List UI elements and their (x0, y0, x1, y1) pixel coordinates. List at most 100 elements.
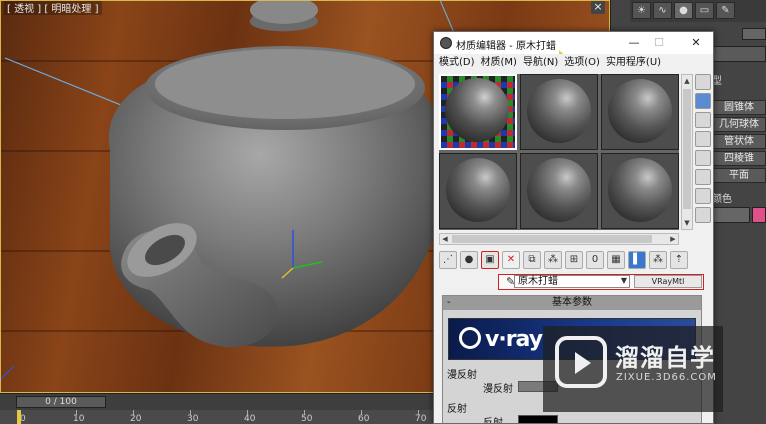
sample-slot-3[interactable] (601, 74, 679, 150)
material-name-field[interactable]: 原木打蜡 (514, 275, 630, 288)
uv-tiling-icon[interactable] (695, 131, 711, 147)
collapse-icon[interactable]: - (447, 296, 451, 310)
options-icon[interactable] (695, 188, 711, 204)
chevron-down-icon[interactable]: ▼ (619, 276, 629, 286)
menu-bar: 模式(D) 材质(M) 导航(N) 选项(O) 实用程序(U) (434, 54, 713, 71)
delete-icon[interactable]: ✕ (502, 251, 520, 269)
tick-label: 10 (73, 414, 85, 424)
teapot-lid-top (155, 49, 415, 119)
sample-slots (439, 74, 679, 230)
title-bar[interactable]: 材质编辑器 - 原木打蜡 — ☐ ✕ (434, 32, 713, 54)
rollout-header[interactable]: - 基本参数 (443, 296, 701, 310)
maximize-button[interactable]: ☐ (649, 35, 669, 51)
cone-button[interactable]: 圆锥体 (712, 100, 766, 115)
reflect-color-swatch[interactable] (518, 415, 558, 423)
show-end-result-icon[interactable]: ⁂ (649, 251, 667, 269)
put-to-scene-icon[interactable]: ● (460, 251, 478, 269)
minimize-button[interactable]: — (624, 35, 644, 51)
material-sphere (608, 158, 672, 222)
vray-logo-icon (459, 327, 481, 349)
sample-slot-1[interactable] (439, 74, 517, 150)
diffuse-section-label: 漫反射 (447, 370, 477, 381)
make-unique-icon[interactable]: ⁂ (544, 251, 562, 269)
backlight-icon[interactable] (695, 93, 711, 109)
sample-slot-4[interactable] (439, 153, 517, 229)
playhead[interactable] (17, 410, 21, 424)
dot-icon[interactable]: ● (674, 2, 693, 19)
close-icon[interactable]: × (591, 0, 605, 14)
reflect-label: 反射 (483, 418, 503, 424)
sun-icon[interactable]: ☀ (632, 2, 651, 19)
sample-type-icon[interactable] (695, 74, 711, 90)
slots-vertical-scrollbar[interactable]: ▲ ▼ (681, 74, 693, 230)
material-id-icon[interactable]: 0 (586, 251, 604, 269)
sample-slot-2[interactable] (520, 74, 598, 150)
scroll-up-icon[interactable]: ▲ (682, 75, 692, 87)
material-type-button[interactable]: VRayMtl (634, 275, 702, 288)
viewport-label[interactable]: [ 透视 ] [ 明暗处理 ] (4, 0, 102, 15)
get-material-icon[interactable]: ⋰ (439, 251, 457, 269)
tick-label: 30 (187, 414, 199, 424)
color-label: 颜色 (712, 194, 732, 205)
close-button[interactable]: ✕ (686, 35, 706, 51)
time-slider[interactable]: 0 / 100 (16, 396, 106, 408)
vray-logo: v·ray (485, 327, 543, 352)
go-parent-icon[interactable]: ⇡ (670, 251, 688, 269)
sample-slot-6[interactable] (601, 153, 679, 229)
tick-label: 70 (415, 414, 427, 424)
curves-icon[interactable]: ∿ (653, 2, 672, 19)
plane-button[interactable]: 平面 (712, 168, 766, 183)
make-copy-icon[interactable]: ⧉ (523, 251, 541, 269)
app-root: [ 透视 ] [ 明暗处理 ] × 0 / 100 0 10 20 30 40 … (0, 0, 766, 424)
world-axis (0, 365, 15, 381)
material-editor-icon (440, 37, 452, 49)
window-title: 材质编辑器 - 原木打蜡 (456, 41, 556, 52)
guide-line (439, 0, 456, 36)
object-name-field[interactable] (712, 207, 750, 223)
show-map-icon[interactable]: ▦ (607, 251, 625, 269)
scroll-thumb[interactable] (683, 89, 691, 209)
menu-material[interactable]: 材质(M) (480, 54, 522, 71)
scroll-down-icon[interactable]: ▼ (682, 217, 692, 229)
tick-label: 20 (130, 414, 142, 424)
watermark-url: ZIXUE.3D66.COM (616, 372, 717, 383)
pyramid-button[interactable]: 四棱锥 (712, 151, 766, 166)
material-sphere (527, 158, 591, 222)
menu-navigation[interactable]: 导航(N) (522, 54, 563, 71)
background-icon[interactable] (695, 112, 711, 128)
scroll-thumb[interactable] (452, 235, 652, 243)
geosphere-button[interactable]: 几何球体 (712, 117, 766, 132)
rollout-title: 基本参数 (552, 297, 592, 308)
command-panel-dropdown[interactable] (712, 46, 766, 62)
watermark-title: 溜溜自学 (615, 344, 715, 372)
material-sphere (608, 79, 672, 143)
watermark: 溜溜自学 ZIXUE.3D66.COM (543, 326, 723, 412)
assign-material-icon[interactable]: ▣ (481, 251, 499, 269)
monitor-icon[interactable]: ▭ (695, 2, 714, 19)
tube-button[interactable]: 管状体 (712, 134, 766, 149)
menu-mode[interactable]: 模式(D) (438, 54, 480, 71)
show-shaded-icon[interactable]: ▌ (628, 251, 646, 269)
make-preview-icon[interactable] (695, 169, 711, 185)
menu-utilities[interactable]: 实用程序(U) (605, 54, 666, 71)
reflect-section-label: 反射 (447, 404, 467, 415)
tick-label: 60 (358, 414, 370, 424)
menu-options[interactable]: 选项(O) (563, 54, 605, 71)
command-panel-tabs: ☀ ∿ ● ▭ ✎ (630, 0, 766, 22)
wrench-icon[interactable]: ✎ (716, 2, 735, 19)
command-panel-field[interactable] (742, 28, 766, 40)
slots-horizontal-scrollbar[interactable]: ◀ ▶ (439, 233, 679, 245)
play-logo-icon (555, 336, 607, 388)
material-toolbar: ⋰ ● ▣ ✕ ⧉ ⁂ ⊞ 0 ▦ ▌ ⁂ ⇡ (439, 249, 711, 271)
select-by-material-icon[interactable] (695, 207, 711, 223)
material-sphere (446, 158, 510, 222)
scroll-right-icon[interactable]: ▶ (668, 234, 678, 244)
material-sphere (527, 79, 591, 143)
video-color-check-icon[interactable] (695, 150, 711, 166)
scroll-left-icon[interactable]: ◀ (440, 234, 450, 244)
sample-slot-5[interactable] (520, 153, 598, 229)
material-sphere (445, 78, 509, 142)
tick-label: 50 (301, 414, 313, 424)
object-color-swatch[interactable] (752, 207, 766, 223)
put-to-library-icon[interactable]: ⊞ (565, 251, 583, 269)
